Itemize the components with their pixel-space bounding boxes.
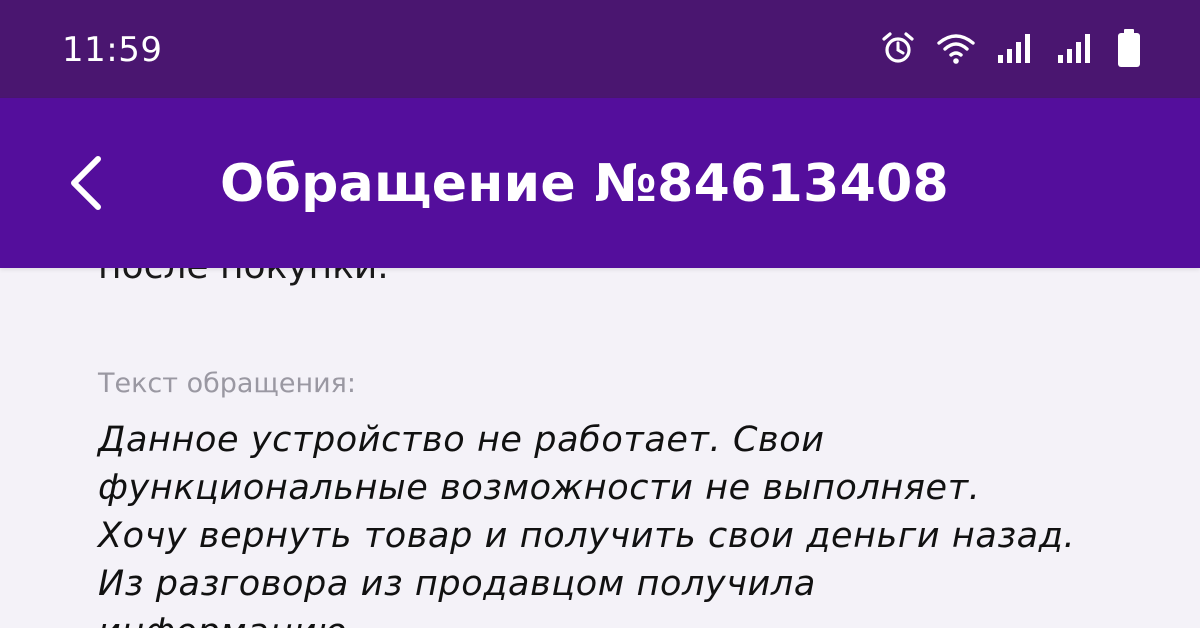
- phone-screen: после покупки. Текст обращения: Данное у…: [0, 0, 1200, 628]
- request-text-line: Хочу вернуть товар и получить свои деньг…: [98, 516, 1076, 556]
- request-text-line: Данное устройство не работает. Свои: [98, 420, 825, 460]
- request-text-line: Из разговора из продавцом получила: [98, 564, 816, 604]
- app-bar: Обращение №84613408: [0, 98, 1200, 268]
- request-text-line: функциональные возможности не выполняет.: [98, 468, 981, 508]
- page-title: Обращение №84613408: [220, 154, 950, 214]
- request-text-body: Данное устройство не работает. Свои функ…: [98, 416, 1158, 628]
- back-button[interactable]: [54, 153, 118, 217]
- request-details: после покупки. Текст обращения: Данное у…: [0, 0, 1200, 628]
- chevron-left-icon: [64, 155, 108, 215]
- request-text-label: Текст обращения:: [98, 368, 357, 399]
- request-text-line: информацию: [98, 608, 1158, 628]
